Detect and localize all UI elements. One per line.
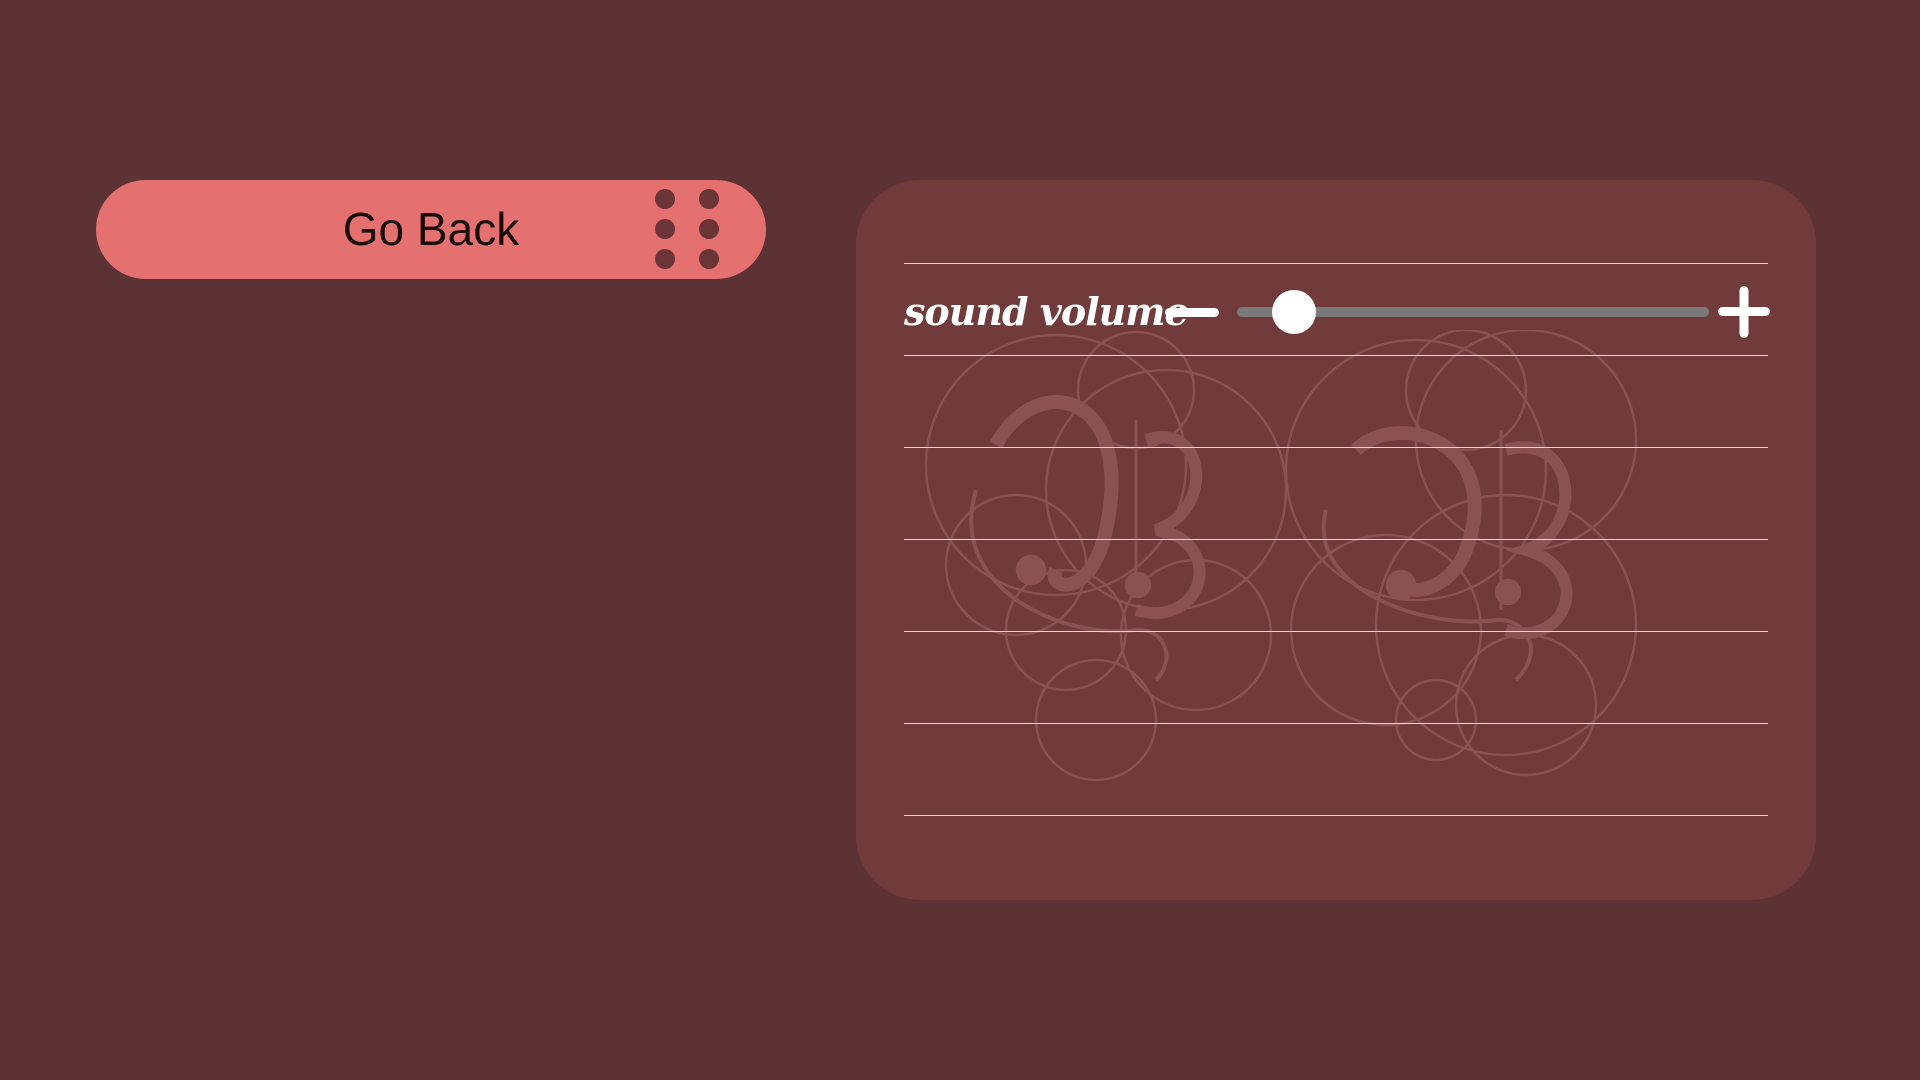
plus-icon xyxy=(1718,286,1770,338)
row-divider xyxy=(904,263,1768,264)
row-divider xyxy=(904,631,1768,632)
row-divider xyxy=(904,447,1768,448)
go-back-button[interactable]: Go Back xyxy=(96,180,766,279)
sound-volume-label: sound volume xyxy=(904,289,1189,334)
settings-panel: sound volume xyxy=(856,180,1816,900)
sound-volume-row: sound volume xyxy=(904,272,1774,352)
slider-thumb[interactable] xyxy=(1271,290,1316,334)
row-divider xyxy=(904,355,1768,356)
volume-slider[interactable] xyxy=(1237,290,1709,334)
ornamental-monogram-icon xyxy=(924,330,1638,782)
drag-handle-icon[interactable] xyxy=(648,188,728,274)
row-divider xyxy=(904,723,1768,724)
volume-increase-button[interactable] xyxy=(1716,284,1772,340)
volume-decrease-button[interactable] xyxy=(1164,292,1220,332)
row-divider xyxy=(904,815,1768,816)
minus-icon xyxy=(1165,308,1219,317)
row-divider xyxy=(904,539,1768,540)
